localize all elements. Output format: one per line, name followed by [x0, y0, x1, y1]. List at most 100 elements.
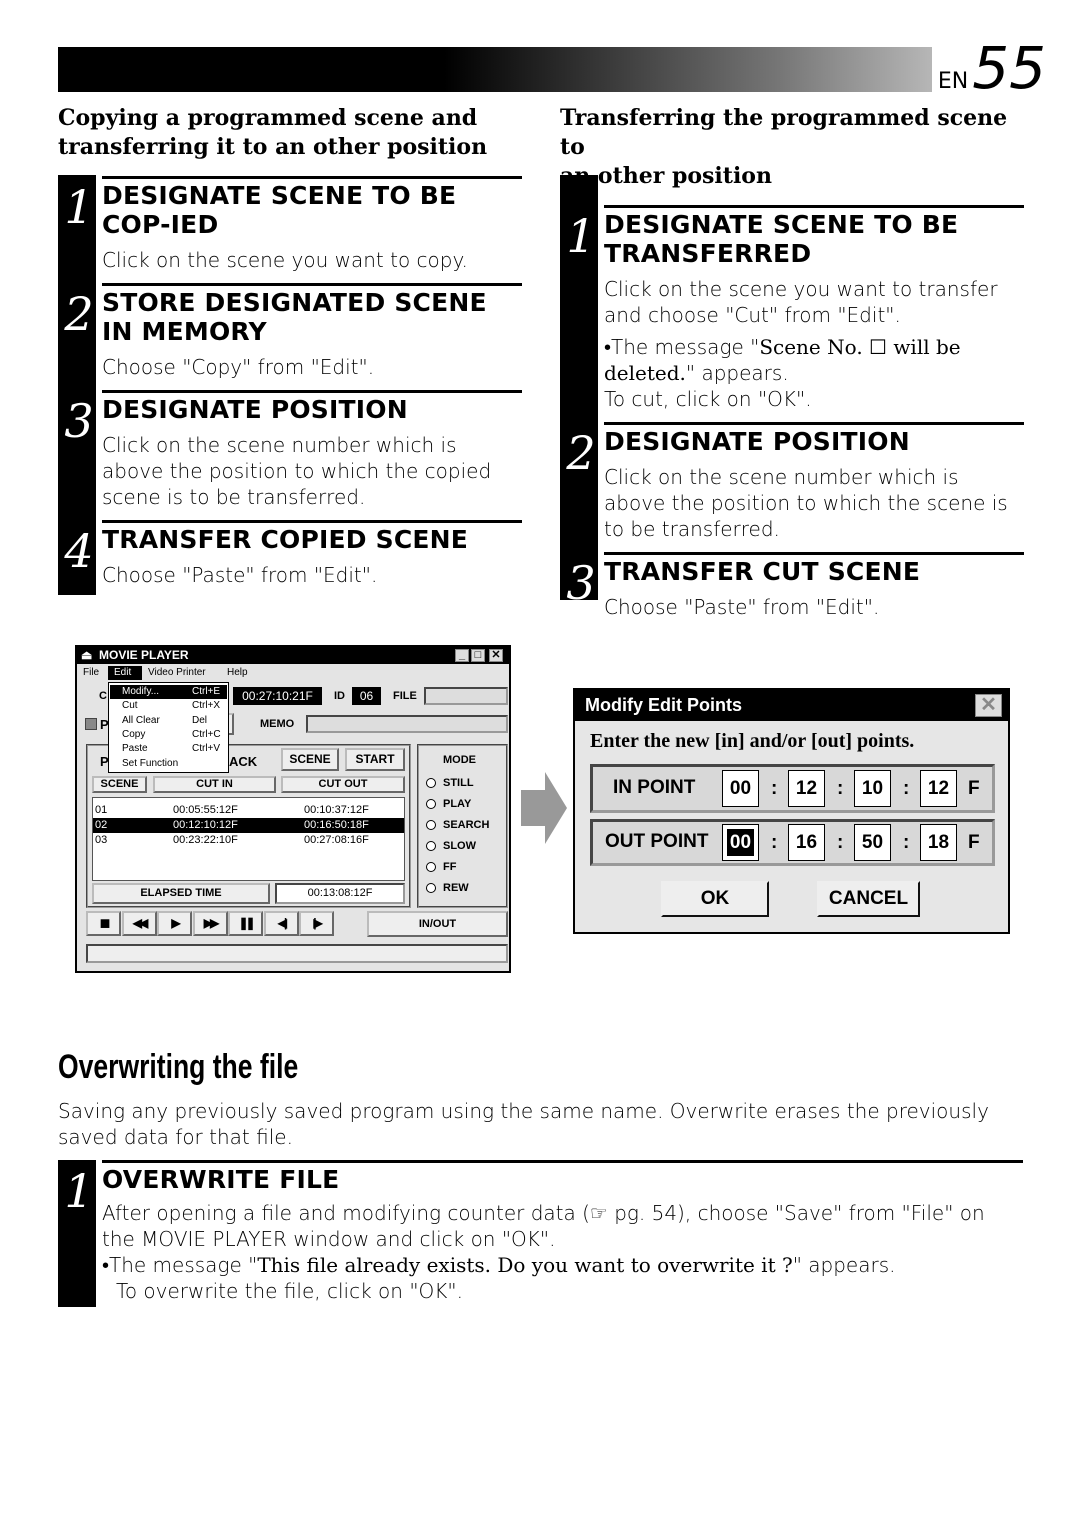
header-bar	[58, 47, 1023, 92]
time-field[interactable]: 10	[854, 770, 891, 807]
modify-edit-points-dialog: Modify Edit Points ✕ Enter the new [in] …	[573, 688, 1010, 934]
start-button[interactable]: START	[345, 748, 405, 771]
time-field[interactable]: 16	[788, 824, 825, 861]
id-display: 06	[352, 687, 381, 705]
pause-button[interactable]: ❚❚	[228, 911, 263, 936]
menu-video-printer[interactable]: Video Printer	[148, 666, 206, 680]
col-scene[interactable]: SCENE	[92, 776, 147, 793]
menu-item[interactable]: All Clear Del	[110, 714, 227, 728]
app-icon: ⏏	[81, 648, 93, 662]
right-column: Transferring the programmed scene to an o…	[560, 104, 1024, 630]
in-point-row: IN POINT 00:12:10:12 F	[590, 764, 995, 813]
menu-help[interactable]: Help	[227, 666, 248, 680]
out-point-row: OUT POINT 00:16:50:18 F	[590, 819, 995, 866]
mode-radio[interactable]: FF	[426, 861, 506, 875]
menu-item[interactable]: Modify... Ctrl+E	[110, 685, 227, 699]
pause-icon: ❚❚	[238, 916, 255, 930]
arrow-right-icon	[521, 772, 567, 844]
radio-icon[interactable]	[426, 862, 436, 872]
maximize-button[interactable]: □	[471, 649, 485, 662]
stop-button[interactable]: ■	[86, 911, 121, 936]
col-cut-out[interactable]: CUT OUT	[281, 776, 405, 793]
menu-edit[interactable]: Edit	[108, 666, 142, 680]
stop-icon: ■	[99, 913, 111, 933]
title-bar: ⏏ MOVIE PLAYER _ □ ✕	[77, 647, 509, 664]
separator: :	[903, 832, 910, 853]
close-icon[interactable]: ✕	[975, 694, 1002, 717]
time-field[interactable]: 12	[788, 770, 825, 807]
table-row-selected[interactable]: 02 00:12:10:12F 00:16:50:18F	[93, 818, 404, 833]
radio-icon[interactable]	[426, 883, 436, 893]
overwrite-intro: Saving any previously saved program usin…	[58, 1099, 989, 1149]
dialog-title-bar: Modify Edit Points	[575, 690, 1008, 721]
menu-item[interactable]: Cut Ctrl+X	[110, 699, 227, 713]
step-back-button[interactable]: ◀|	[263, 911, 299, 936]
checkbox[interactable]	[85, 718, 97, 730]
time-field[interactable]: 50	[854, 824, 891, 861]
elapsed-time-value: 00:13:08:12F	[275, 883, 405, 904]
frame-suffix: F	[968, 832, 980, 853]
play-button[interactable]: ▶	[157, 911, 192, 936]
fast-forward-button[interactable]: ▶▶	[192, 911, 228, 936]
radio-icon[interactable]	[426, 778, 436, 788]
radio-icon[interactable]	[426, 820, 436, 830]
elapsed-time-button[interactable]: ELAPSED TIME	[92, 883, 270, 904]
separator: :	[837, 778, 844, 799]
step-forward-icon: |▶	[313, 916, 322, 930]
file-field[interactable]	[424, 687, 508, 705]
fast-forward-icon: ▶▶	[203, 916, 220, 930]
page-number: EN55	[931, 38, 1046, 112]
frame-suffix: F	[968, 778, 980, 799]
time-field[interactable]: 18	[920, 824, 957, 861]
mode-radios: STILL PLAY SEARCH SLOW FF REW	[426, 777, 506, 897]
status-bar	[86, 944, 508, 963]
menu-item[interactable]: Set Function	[110, 757, 227, 771]
overwrite-step: 1 OVERWRITE FILE After opening a file and…	[58, 1160, 1023, 1314]
time-field[interactable]: 00	[722, 824, 759, 861]
step-2: 2 DESIGNATE POSITION Click on the scene nu…	[566, 422, 1024, 552]
scene-button[interactable]: SCENE	[281, 748, 339, 771]
table-row[interactable]: 03 00:23:22:10F 00:27:08:16F	[93, 833, 404, 848]
menu-item[interactable]: Paste Ctrl+V	[110, 742, 227, 756]
inout-button[interactable]: IN/OUT	[367, 911, 508, 937]
step-2: 2 STORE DESIGNATED SCENE IN MEMORY Choose …	[64, 283, 522, 390]
overwrite-title: Overwriting the file	[58, 1048, 299, 1086]
mode-radio[interactable]: REW	[426, 882, 506, 896]
counter-display: 00:27:10:21F	[233, 687, 322, 705]
table-row[interactable]: 01 00:05:55:12F 00:10:37:12F	[93, 803, 404, 818]
menu-file[interactable]: File	[83, 666, 99, 680]
step-3: 3 DESIGNATE POSITION Click on the scene nu…	[64, 390, 522, 520]
play-icon: ▶	[171, 916, 180, 930]
rewind-icon: ◀◀	[132, 916, 149, 930]
close-button[interactable]: ✕	[489, 649, 503, 662]
dialog-message: Enter the new [in] and/or [out] points.	[590, 730, 915, 752]
col-cut-in[interactable]: CUT IN	[153, 776, 276, 793]
step-forward-button[interactable]: |▶	[299, 911, 334, 936]
section-title: Transferring the programmed scene to an o…	[560, 105, 1008, 189]
menu-item[interactable]: Copy Ctrl+C	[110, 728, 227, 742]
memo-field[interactable]	[306, 715, 508, 733]
mode-radio[interactable]: PLAY	[426, 798, 506, 812]
mode-radio[interactable]: STILL	[426, 777, 506, 791]
ok-button[interactable]: OK	[661, 881, 769, 917]
mode-radio[interactable]: SLOW	[426, 840, 506, 854]
step-1: 1 DESIGNATE SCENE TO BE COP-IED Click on t…	[64, 176, 522, 283]
separator: :	[771, 778, 778, 799]
rewind-button[interactable]: ◀◀	[121, 911, 157, 936]
mode-radio[interactable]: SEARCH	[426, 819, 506, 833]
step-4: 4 TRANSFER COPIED SCENE Choose "Paste" fro…	[64, 520, 522, 598]
movie-player-window: ⏏ MOVIE PLAYER _ □ ✕ File Edit Video Prin…	[75, 645, 511, 973]
step-1: 1 DESIGNATE SCENE TO BE TRANSFERRED Click…	[566, 205, 1024, 422]
time-field[interactable]: 12	[920, 770, 957, 807]
left-column: Copying a programmed scene and transferri…	[58, 104, 522, 598]
time-field[interactable]: 00	[722, 770, 759, 807]
minimize-button[interactable]: _	[455, 649, 469, 662]
section-title: Copying a programmed scene and transferri…	[58, 105, 488, 160]
edit-dropdown-menu: Modify... Ctrl+E Cut Ctrl+X All Clear Del Copy…	[108, 682, 229, 773]
radio-icon[interactable]	[426, 841, 436, 851]
scene-list: 01 00:05:55:12F 00:10:37:12F 02 00:12:10:12…	[92, 797, 405, 881]
cancel-button[interactable]: CANCEL	[817, 881, 920, 917]
radio-icon[interactable]	[426, 799, 436, 809]
step-back-icon: ◀|	[277, 916, 287, 930]
separator: :	[903, 778, 910, 799]
